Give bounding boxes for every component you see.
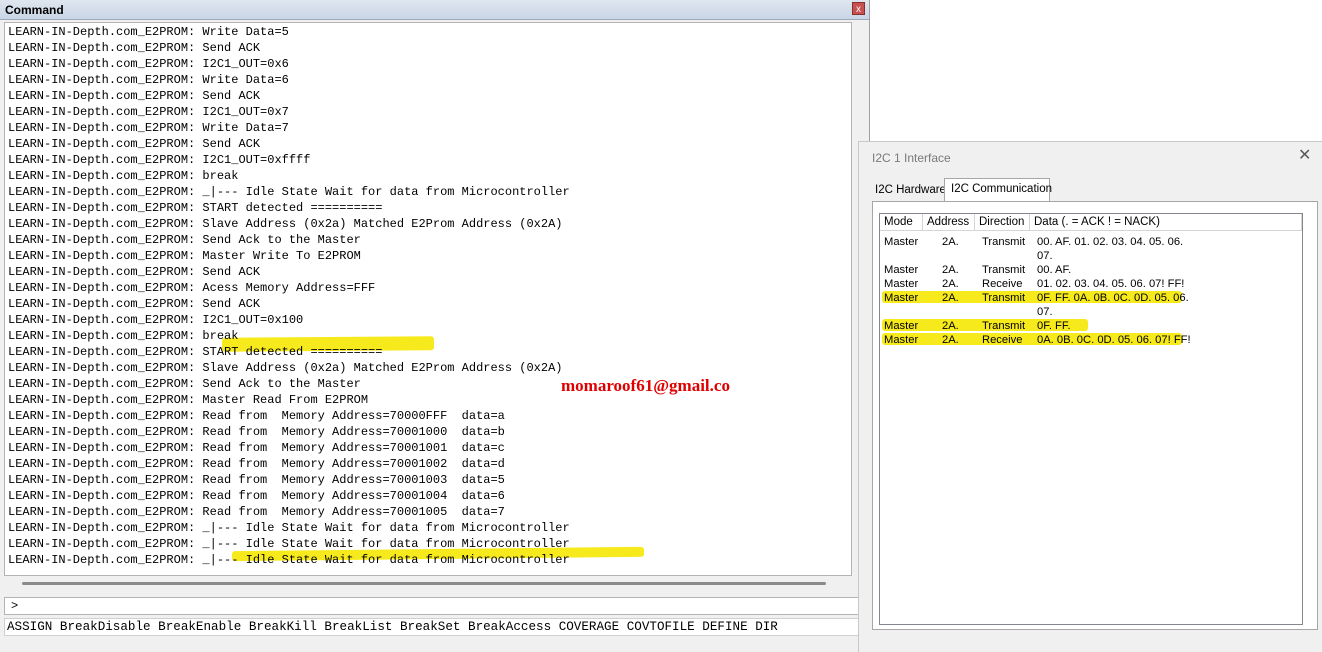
horizontal-scrollbar-thumb[interactable] (22, 582, 826, 585)
table-row[interactable]: Master 2A. Receive 01. 02. 03. 04. 05. 06. … (880, 277, 1300, 291)
tab-i2c-communication[interactable]: I2C Communication (944, 178, 1052, 202)
table-row[interactable]: Master 2A. Transmit 00. AF. (880, 263, 1300, 277)
tab-i2c-hardware[interactable]: I2C Hardware (872, 180, 946, 202)
command-log-line: LEARN-IN-Depth.com_E2PROM: Write Data=5 (8, 25, 289, 39)
table-row[interactable]: Master 2A. Receive 0A. 0B. 0C. 0D. 05. 06. … (880, 333, 1300, 347)
i2c-window-title: I2C 1 Interface (872, 151, 951, 165)
command-log-line: LEARN-IN-Depth.com_E2PROM: Read from Mem… (8, 489, 505, 503)
command-log-line: LEARN-IN-Depth.com_E2PROM: I2C1_OUT=0x6 (8, 57, 289, 71)
command-window: Command x LEARN-IN-Depth.com_E2PROM: Wri… (0, 0, 870, 652)
row-mode: Master (884, 264, 919, 276)
row-mode: Master (884, 236, 919, 248)
row-direction: Receive (982, 278, 1023, 290)
command-log-line: LEARN-IN-Depth.com_E2PROM: START detecte… (8, 345, 383, 359)
command-log-line: LEARN-IN-Depth.com_E2PROM: Master Read F… (8, 393, 369, 407)
command-log-line: LEARN-IN-Depth.com_E2PROM: Write Data=6 (8, 73, 289, 87)
command-log-line: LEARN-IN-Depth.com_E2PROM: Send ACK (8, 297, 261, 311)
email-annotation: momaroof61@gmail.co (561, 376, 730, 395)
command-log-line: LEARN-IN-Depth.com_E2PROM: Read from Mem… (8, 457, 505, 471)
command-log-line: LEARN-IN-Depth.com_E2PROM: START detecte… (8, 201, 383, 215)
i2c-communication-panel: Mode Address Direction Data (. = ACK ! =… (872, 201, 1318, 630)
command-log-line: LEARN-IN-Depth.com_E2PROM: Send ACK (8, 265, 261, 279)
command-log-line: LEARN-IN-Depth.com_E2PROM: Slave Address… (8, 361, 563, 375)
row-data: 00. AF. (1037, 264, 1072, 276)
command-log-line: LEARN-IN-Depth.com_E2PROM: I2C1_OUT=0xff… (8, 153, 311, 167)
i2c-interface-window: I2C 1 Interface ✕ I2C Hardware I2C Commu… (858, 141, 1322, 652)
command-log-line: LEARN-IN-Depth.com_E2PROM: Slave Address… (8, 217, 563, 231)
table-row[interactable]: Master 2A. Transmit 0F. FF. (880, 319, 1300, 333)
command-title: Command (5, 3, 64, 17)
row-address: 2A. (942, 320, 959, 332)
row-data: 01. 02. 03. 04. 05. 06. 07! FF! (1037, 278, 1185, 290)
table-row[interactable]: Master 2A. Transmit 00. AF. 01. 02. 03. 04.… (880, 235, 1300, 263)
command-log-line: LEARN-IN-Depth.com_E2PROM: I2C1_OUT=0x7 (8, 105, 289, 119)
row-data: 0F. FF. 0A. 0B. 0C. 0D. 05. 06. (1037, 292, 1189, 304)
column-header-mode[interactable]: Mode (880, 214, 923, 231)
command-input[interactable]: > (4, 597, 868, 615)
row-data: 0F. FF. (1037, 320, 1071, 332)
row-data: 07. (1037, 250, 1053, 262)
row-direction: Transmit (982, 236, 1026, 248)
horizontal-scrollbar[interactable] (4, 576, 852, 592)
row-data: 0A. 0B. 0C. 0D. 05. 06. 07! FF! (1037, 334, 1191, 346)
command-hints-bar: ASSIGN BreakDisable BreakEnable BreakKil… (4, 618, 868, 636)
row-mode: Master (884, 278, 919, 290)
row-mode: Master (884, 320, 919, 332)
column-header-data[interactable]: Data (. = ACK ! = NACK) (1030, 214, 1302, 231)
command-log-line: LEARN-IN-Depth.com_E2PROM: _|--- Idle St… (8, 185, 570, 199)
command-log-line: LEARN-IN-Depth.com_E2PROM: Read from Mem… (8, 441, 505, 455)
command-log-line: LEARN-IN-Depth.com_E2PROM: Send ACK (8, 137, 261, 151)
command-log-line: LEARN-IN-Depth.com_E2PROM: Read from Mem… (8, 425, 505, 439)
command-log-line: LEARN-IN-Depth.com_E2PROM: Send Ack to t… (8, 233, 361, 247)
row-data: 07. (1037, 306, 1053, 318)
command-log-line: LEARN-IN-Depth.com_E2PROM: Master Write … (8, 249, 361, 263)
command-log-line: LEARN-IN-Depth.com_E2PROM: _|--- Idle St… (8, 521, 570, 535)
command-log-line: LEARN-IN-Depth.com_E2PROM: break (8, 169, 239, 183)
command-log-line: LEARN-IN-Depth.com_E2PROM: Send ACK (8, 41, 261, 55)
row-address: 2A. (942, 278, 959, 290)
row-mode: Master (884, 334, 919, 346)
column-header-address[interactable]: Address (923, 214, 975, 231)
command-hints-text: ASSIGN BreakDisable BreakEnable BreakKil… (7, 620, 778, 634)
command-log-line: LEARN-IN-Depth.com_E2PROM: break (8, 329, 239, 343)
row-address: 2A. (942, 292, 959, 304)
row-direction: Transmit (982, 264, 1026, 276)
command-log-line: LEARN-IN-Depth.com_E2PROM: I2C1_OUT=0x10… (8, 313, 304, 327)
close-icon[interactable]: ✕ (1298, 148, 1311, 164)
command-log-line: LEARN-IN-Depth.com_E2PROM: Read from Mem… (8, 505, 505, 519)
row-direction: Transmit (982, 320, 1026, 332)
command-close-button[interactable]: x (852, 2, 865, 15)
row-address: 2A. (942, 236, 959, 248)
row-address: 2A. (942, 334, 959, 346)
command-log-line: LEARN-IN-Depth.com_E2PROM: _|--- Idle St… (8, 553, 570, 567)
table-row[interactable]: Master 2A. Transmit 0F. FF. 0A. 0B. 0C. 0D.… (880, 291, 1300, 319)
i2c-transaction-list[interactable]: Mode Address Direction Data (. = ACK ! =… (879, 213, 1303, 625)
row-address: 2A. (942, 264, 959, 276)
row-data: 00. AF. 01. 02. 03. 04. 05. 06. (1037, 236, 1184, 248)
command-log-line: LEARN-IN-Depth.com_E2PROM: _|--- Idle St… (8, 537, 570, 551)
row-direction: Transmit (982, 292, 1026, 304)
column-header-direction[interactable]: Direction (975, 214, 1030, 231)
command-log-line: LEARN-IN-Depth.com_E2PROM: Read from Mem… (8, 409, 505, 423)
command-log-line: LEARN-IN-Depth.com_E2PROM: Send ACK (8, 89, 261, 103)
row-mode: Master (884, 292, 919, 304)
command-log-line: LEARN-IN-Depth.com_E2PROM: Write Data=7 (8, 121, 289, 135)
command-log-line: LEARN-IN-Depth.com_E2PROM: Read from Mem… (8, 473, 505, 487)
command-title-bar[interactable]: Command x (0, 0, 869, 20)
command-log-line: LEARN-IN-Depth.com_E2PROM: Send Ack to t… (8, 377, 361, 391)
command-output-pane[interactable]: LEARN-IN-Depth.com_E2PROM: Write Data=5 L… (4, 22, 852, 576)
row-direction: Receive (982, 334, 1023, 346)
command-prompt: > (11, 599, 19, 613)
command-log-line: LEARN-IN-Depth.com_E2PROM: Acess Memory … (8, 281, 376, 295)
